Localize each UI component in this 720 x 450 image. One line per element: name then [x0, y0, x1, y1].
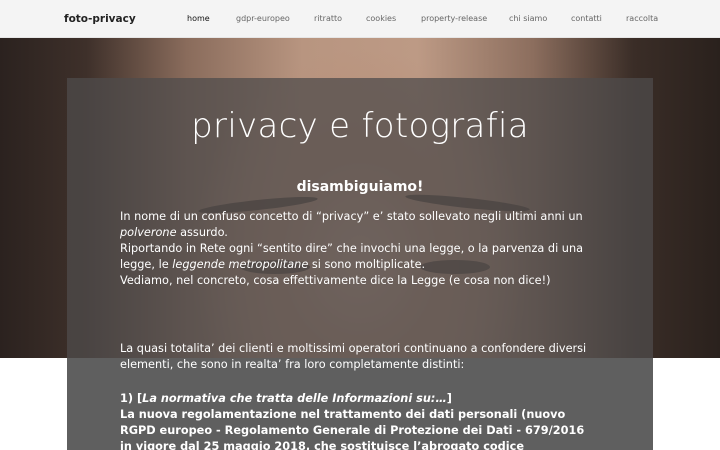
nav-links: home gdpr-europeo ritratto cookies prope…: [0, 14, 720, 28]
nav-link-cookies[interactable]: cookies: [366, 14, 396, 23]
nav-link-gdpr-europeo[interactable]: gdpr-europeo: [236, 14, 290, 23]
body-paragraph-distinction: La quasi totalita’ dei clienti e moltiss…: [120, 342, 587, 371]
nav-link-home[interactable]: home: [187, 14, 210, 23]
page-subtitle: disambiguiamo!: [296, 179, 424, 195]
intro-paragraph-1: In nome di un confuso concetto di “priva…: [120, 209, 590, 241]
top-navigation-bar: foto-privacy home gdpr-europeo ritratto …: [0, 0, 720, 38]
nav-link-contatti[interactable]: contatti: [571, 14, 602, 23]
intro-p1-text: In nome di un confuso concetto di “priva…: [120, 210, 583, 223]
item-1-heading: 1) [La normativa che tratta delle Inform…: [120, 391, 590, 407]
page-title: privacy e fotografia: [191, 106, 529, 146]
item-1-prefix: 1) [: [120, 392, 143, 405]
nav-link-ritratto[interactable]: ritratto: [314, 14, 342, 23]
intro-p1-tail: assurdo.: [176, 226, 228, 239]
item-1-suffix: ]: [446, 392, 452, 405]
nav-link-chi-siamo[interactable]: chi siamo: [509, 14, 547, 23]
intro-p1-emphasis: polverone: [120, 226, 177, 239]
nav-link-property-release[interactable]: property-release: [421, 14, 487, 23]
nav-link-raccolta[interactable]: raccolta: [626, 14, 658, 23]
item-1-text: La nuova regolamentazione nel trattament…: [120, 408, 585, 450]
intro-p2-emphasis: leggende metropolitane: [172, 258, 309, 271]
intro-paragraph-3: Vediamo, nel concreto, cosa effettivamen…: [120, 274, 551, 287]
intro-paragraph-2: Riportando in Rete ogni “sentito dire” c…: [120, 241, 590, 273]
item-1-emphasis: La normativa che tratta delle Informazio…: [142, 392, 447, 405]
intro-p2-tail: si sono moltiplicate.: [308, 258, 426, 271]
